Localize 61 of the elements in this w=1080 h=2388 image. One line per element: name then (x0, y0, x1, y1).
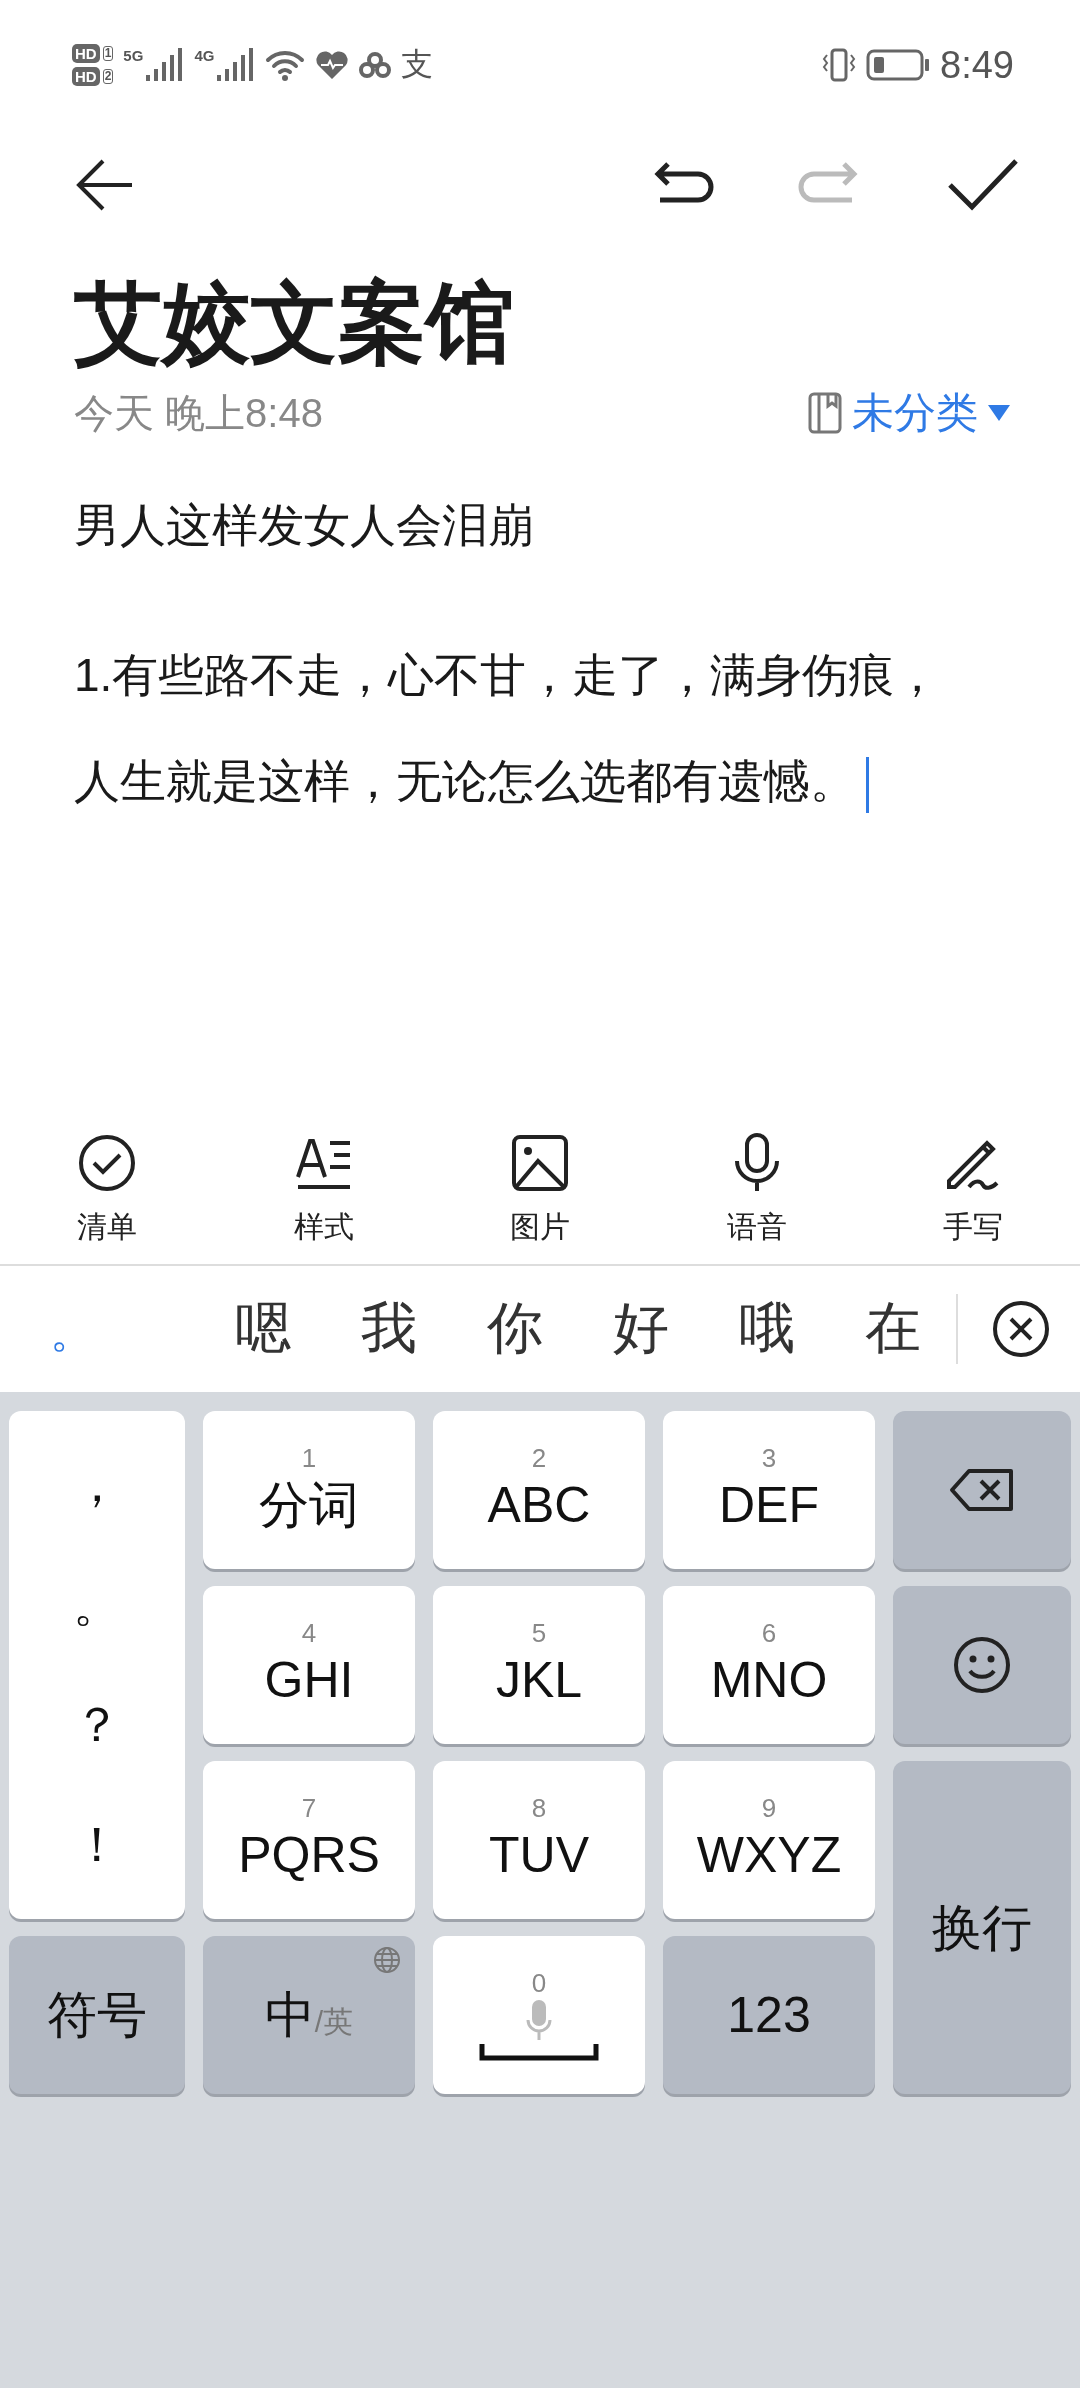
candidate-word[interactable]: 嗯 (200, 1291, 326, 1367)
letter-key[interactable]: 1 分词 (203, 1411, 415, 1569)
note-date: 今天 晚上8:48 (74, 389, 323, 437)
sim-badge: HD (72, 44, 100, 63)
candidate-word[interactable]: 在 (830, 1291, 956, 1367)
letter-key[interactable]: 6 MNO (663, 1586, 875, 1744)
number-key[interactable]: 123 (663, 1936, 875, 2094)
signal-icon (144, 47, 185, 83)
toolbar-button[interactable]: 图片 (475, 1131, 605, 1248)
signal-icon (215, 47, 256, 83)
punctuation-key[interactable]: 。 (73, 1573, 121, 1637)
symbols-key[interactable]: 符号 (9, 1936, 185, 2094)
sim-slot: 1 (102, 46, 114, 61)
emoji-key[interactable] (893, 1586, 1071, 1744)
space-key[interactable]: 0 (433, 1936, 645, 2094)
letter-key[interactable]: 2 ABC (433, 1411, 645, 1569)
toolbar-button[interactable]: 清单 (42, 1131, 172, 1248)
wifi-icon (265, 48, 306, 82)
sim-slot: 2 (102, 69, 114, 84)
globe-icon (373, 1946, 401, 1974)
letter-key[interactable]: 7 PQRS (203, 1761, 415, 1919)
candidate-word[interactable]: 好 (578, 1291, 704, 1367)
letter-key[interactable]: 5 JKL (433, 1586, 645, 1744)
enter-key[interactable]: 换行 (893, 1761, 1071, 2094)
letter-key[interactable]: 4 GHI (203, 1586, 415, 1744)
punctuation-key[interactable]: ， (73, 1453, 121, 1517)
microphone-icon (526, 1998, 552, 2042)
network-type: 5G (123, 47, 144, 64)
letter-key[interactable]: 9 WXYZ (663, 1761, 875, 1919)
sim-badge: HD (72, 67, 100, 86)
heart-icon (315, 50, 350, 80)
letter-key[interactable]: 3 DEF (663, 1411, 875, 1569)
punctuation-key[interactable]: ！ (73, 1813, 121, 1877)
toolbar-button[interactable]: 手写 (908, 1131, 1038, 1248)
language-key[interactable]: 中/英 (203, 1936, 415, 2094)
toolbar-button[interactable]: 样式 (258, 1131, 389, 1248)
smiley-icon (952, 1635, 1012, 1695)
letter-key[interactable]: 8 TUV (433, 1761, 645, 1919)
composition-text: 。 (50, 1306, 95, 1358)
candidate-word[interactable]: 我 (326, 1291, 452, 1367)
note-text-line: 人生就是这样，无论怎么选都有遗憾。 (74, 728, 1006, 834)
toolbar-button[interactable]: 语音 (691, 1131, 822, 1248)
candidate-word[interactable]: 哦 (704, 1291, 830, 1367)
vibrate-icon (822, 47, 857, 83)
space-bar-icon (479, 2042, 599, 2062)
note-title: 艾姣文案馆 (74, 272, 515, 374)
backspace-icon (949, 1468, 1015, 1512)
note-text-line: 1.有些路不走，心不甘，走了，满身伤痕， (74, 648, 942, 703)
network-type: 4G (194, 47, 215, 64)
app-glyph: 支 (401, 45, 434, 84)
rings-icon (359, 51, 392, 79)
caret-icon (988, 405, 1010, 421)
clock: 8:49 (940, 43, 1014, 87)
notebook-icon (808, 392, 842, 434)
punctuation-key[interactable]: ？ (73, 1693, 121, 1757)
clear-icon[interactable] (992, 1300, 1050, 1358)
backspace-key[interactable] (893, 1411, 1071, 1569)
note-text-line: 男人这样发女人会泪崩 (74, 498, 535, 553)
category-dropdown[interactable]: 未分类 (808, 385, 1010, 441)
battery-icon (866, 48, 931, 82)
candidate-word[interactable]: 你 (452, 1291, 578, 1367)
